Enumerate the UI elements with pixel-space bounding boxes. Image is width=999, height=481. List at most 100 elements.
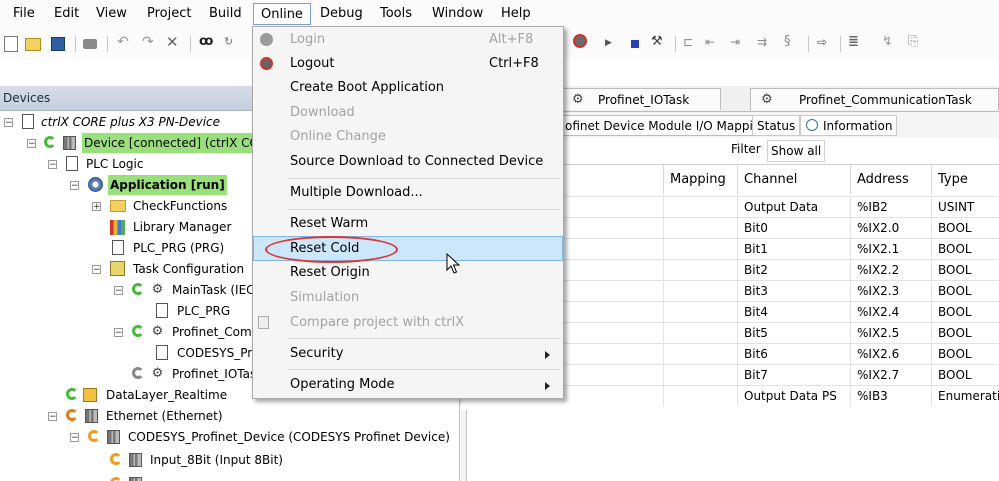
menu-item-label: Compare project with ctrlX bbox=[290, 315, 465, 330]
write-values-icon[interactable]: ⇨ bbox=[817, 34, 833, 50]
tree-item-codesys-profinet-device[interactable]: − CODESYS_Profinet_Device (CODESYS Profi… bbox=[0, 427, 460, 447]
start-icon[interactable]: ▶ bbox=[605, 36, 621, 52]
expand-icon[interactable]: + bbox=[92, 202, 101, 212]
menu-item-shortcut: Ctrl+F8 bbox=[489, 56, 539, 71]
menu-item-simulation[interactable]: Simulation bbox=[253, 286, 563, 310]
run-to-cursor-icon[interactable]: § bbox=[784, 34, 800, 50]
subtab-information[interactable]: Information bbox=[800, 115, 898, 136]
cell-channel: Bit7 bbox=[737, 364, 850, 385]
tab-profinet-communicationtask[interactable]: ⚙ Profinet_CommunicationTask bbox=[750, 88, 999, 110]
connected-status-icon bbox=[44, 136, 56, 148]
step-over-icon[interactable]: ⇤ bbox=[705, 34, 721, 50]
menu-item-security[interactable]: Security bbox=[253, 342, 563, 366]
menu-item-compare-project[interactable]: Compare project with ctrlX bbox=[253, 311, 563, 335]
cell-address: %IX2.0 bbox=[850, 217, 931, 238]
tree-item-ethernet[interactable]: − Ethernet (Ethernet) bbox=[0, 406, 460, 426]
menu-item-logout[interactable]: Logout Ctrl+F8 bbox=[253, 52, 563, 76]
tree-item-output-8bit[interactable] bbox=[0, 473, 460, 481]
menu-file[interactable]: File bbox=[13, 6, 35, 22]
task-icon: ⚙ bbox=[151, 324, 164, 339]
reset-icon[interactable]: ⚒ bbox=[651, 34, 667, 50]
stop-icon[interactable] bbox=[631, 40, 639, 48]
collapse-icon[interactable]: − bbox=[48, 160, 57, 170]
subtab-io-mapping[interactable]: ofinet Device Module I/O Mapping bbox=[560, 115, 774, 136]
collapse-icon[interactable]: − bbox=[114, 328, 123, 338]
menu-item-create-boot-application[interactable]: Create Boot Application bbox=[253, 76, 563, 100]
menu-edit[interactable]: Edit bbox=[54, 6, 79, 22]
print-icon[interactable] bbox=[83, 39, 97, 49]
collapse-icon[interactable]: − bbox=[27, 139, 36, 149]
menu-item-login[interactable]: Login Alt+F8 bbox=[253, 28, 563, 52]
cell-address: %IX2.1 bbox=[850, 238, 931, 259]
open-project-icon[interactable] bbox=[25, 38, 41, 51]
cell-channel: Bit2 bbox=[737, 259, 850, 280]
column-header-mapping[interactable]: Mapping bbox=[663, 165, 737, 195]
tree-item-label: Ethernet (Ethernet) bbox=[106, 409, 223, 423]
collapse-icon[interactable]: − bbox=[70, 181, 79, 191]
toolbar-separator bbox=[75, 36, 76, 52]
force-values-icon[interactable]: ≣ bbox=[848, 34, 864, 50]
menu-view[interactable]: View bbox=[96, 6, 127, 22]
menu-window[interactable]: Window bbox=[432, 6, 483, 22]
collapse-icon[interactable]: − bbox=[48, 412, 57, 422]
task-icon: ⚙ bbox=[572, 92, 584, 107]
subtab-status[interactable]: Status bbox=[752, 115, 801, 136]
undo-icon[interactable]: ↶ bbox=[117, 34, 133, 50]
menu-separator bbox=[288, 209, 560, 210]
menu-separator bbox=[288, 369, 560, 370]
collapse-icon[interactable]: − bbox=[70, 433, 79, 443]
device-icon bbox=[107, 430, 120, 444]
find-icon[interactable]: ꝏ bbox=[199, 34, 215, 50]
save-icon[interactable] bbox=[51, 37, 65, 51]
menu-item-reset-warm[interactable]: Reset Warm bbox=[253, 212, 563, 236]
collapse-icon[interactable]: − bbox=[4, 118, 13, 128]
menu-debug[interactable]: Debug bbox=[320, 6, 363, 22]
warning-status-icon bbox=[110, 477, 122, 481]
menu-help[interactable]: Help bbox=[501, 6, 531, 22]
column-header-channel[interactable]: Channel bbox=[737, 165, 850, 195]
breakpoint-icon[interactable]: ⊏ bbox=[683, 34, 699, 50]
task-icon: ⚙ bbox=[761, 92, 773, 107]
column-header-address[interactable]: Address bbox=[850, 165, 931, 195]
menu-build[interactable]: Build bbox=[209, 6, 242, 22]
cut-icon[interactable]: ✕ bbox=[166, 34, 182, 50]
filter-select[interactable]: Show all bbox=[767, 140, 826, 162]
menu-item-online-change[interactable]: Online Change bbox=[253, 125, 563, 149]
cell-empty bbox=[663, 301, 737, 322]
menu-tools[interactable]: Tools bbox=[380, 6, 412, 22]
cell-channel: Bit0 bbox=[737, 217, 850, 238]
menu-separator bbox=[288, 178, 560, 179]
cell-empty bbox=[663, 259, 737, 280]
cell-address: %IB2 bbox=[850, 196, 931, 217]
menu-item-source-download[interactable]: Source Download to Connected Device bbox=[253, 150, 563, 174]
menu-item-operating-mode[interactable]: Operating Mode bbox=[253, 373, 563, 397]
step-into-icon[interactable]: ⇥ bbox=[730, 34, 746, 50]
cell-channel: Output Data bbox=[737, 196, 850, 217]
unforce-icon[interactable]: ↯ bbox=[882, 34, 898, 50]
new-project-icon[interactable] bbox=[4, 36, 18, 52]
collapse-icon[interactable]: − bbox=[92, 265, 101, 275]
cell-type: BOOL bbox=[931, 238, 999, 259]
replace-icon[interactable]: ↻ bbox=[224, 34, 240, 50]
login-toolbar-icon[interactable] bbox=[573, 34, 587, 48]
clipboard-icon[interactable]: ⎘ bbox=[908, 34, 924, 50]
menu-item-download[interactable]: Download bbox=[253, 101, 563, 125]
menu-item-multiple-download[interactable]: Multiple Download... bbox=[253, 181, 563, 205]
redo-icon[interactable]: ↷ bbox=[142, 34, 158, 50]
tree-item-label: Input_8Bit (Input 8Bit) bbox=[150, 453, 283, 467]
toolbar-separator bbox=[675, 36, 676, 52]
step-out-icon[interactable]: ⇉ bbox=[757, 34, 773, 50]
menu-online[interactable]: Online bbox=[253, 3, 311, 25]
tree-item-label: Application [run] bbox=[108, 175, 227, 195]
cell-channel: Bit6 bbox=[737, 343, 850, 364]
menu-item-reset-origin[interactable]: Reset Origin bbox=[253, 261, 563, 285]
collapse-icon[interactable]: − bbox=[114, 286, 123, 296]
column-header-type[interactable]: Type bbox=[931, 165, 999, 195]
menu-project[interactable]: Project bbox=[147, 6, 191, 22]
tab-profinet-iotask[interactable]: ⚙ Profinet_IOTask bbox=[563, 88, 721, 110]
info-icon bbox=[806, 119, 818, 131]
tree-item-input-8bit[interactable]: Input_8Bit (Input 8Bit) bbox=[0, 450, 460, 470]
cell-empty bbox=[663, 196, 737, 217]
tree-item-label: PLC Logic bbox=[86, 157, 144, 171]
toolbar-separator bbox=[190, 36, 191, 52]
